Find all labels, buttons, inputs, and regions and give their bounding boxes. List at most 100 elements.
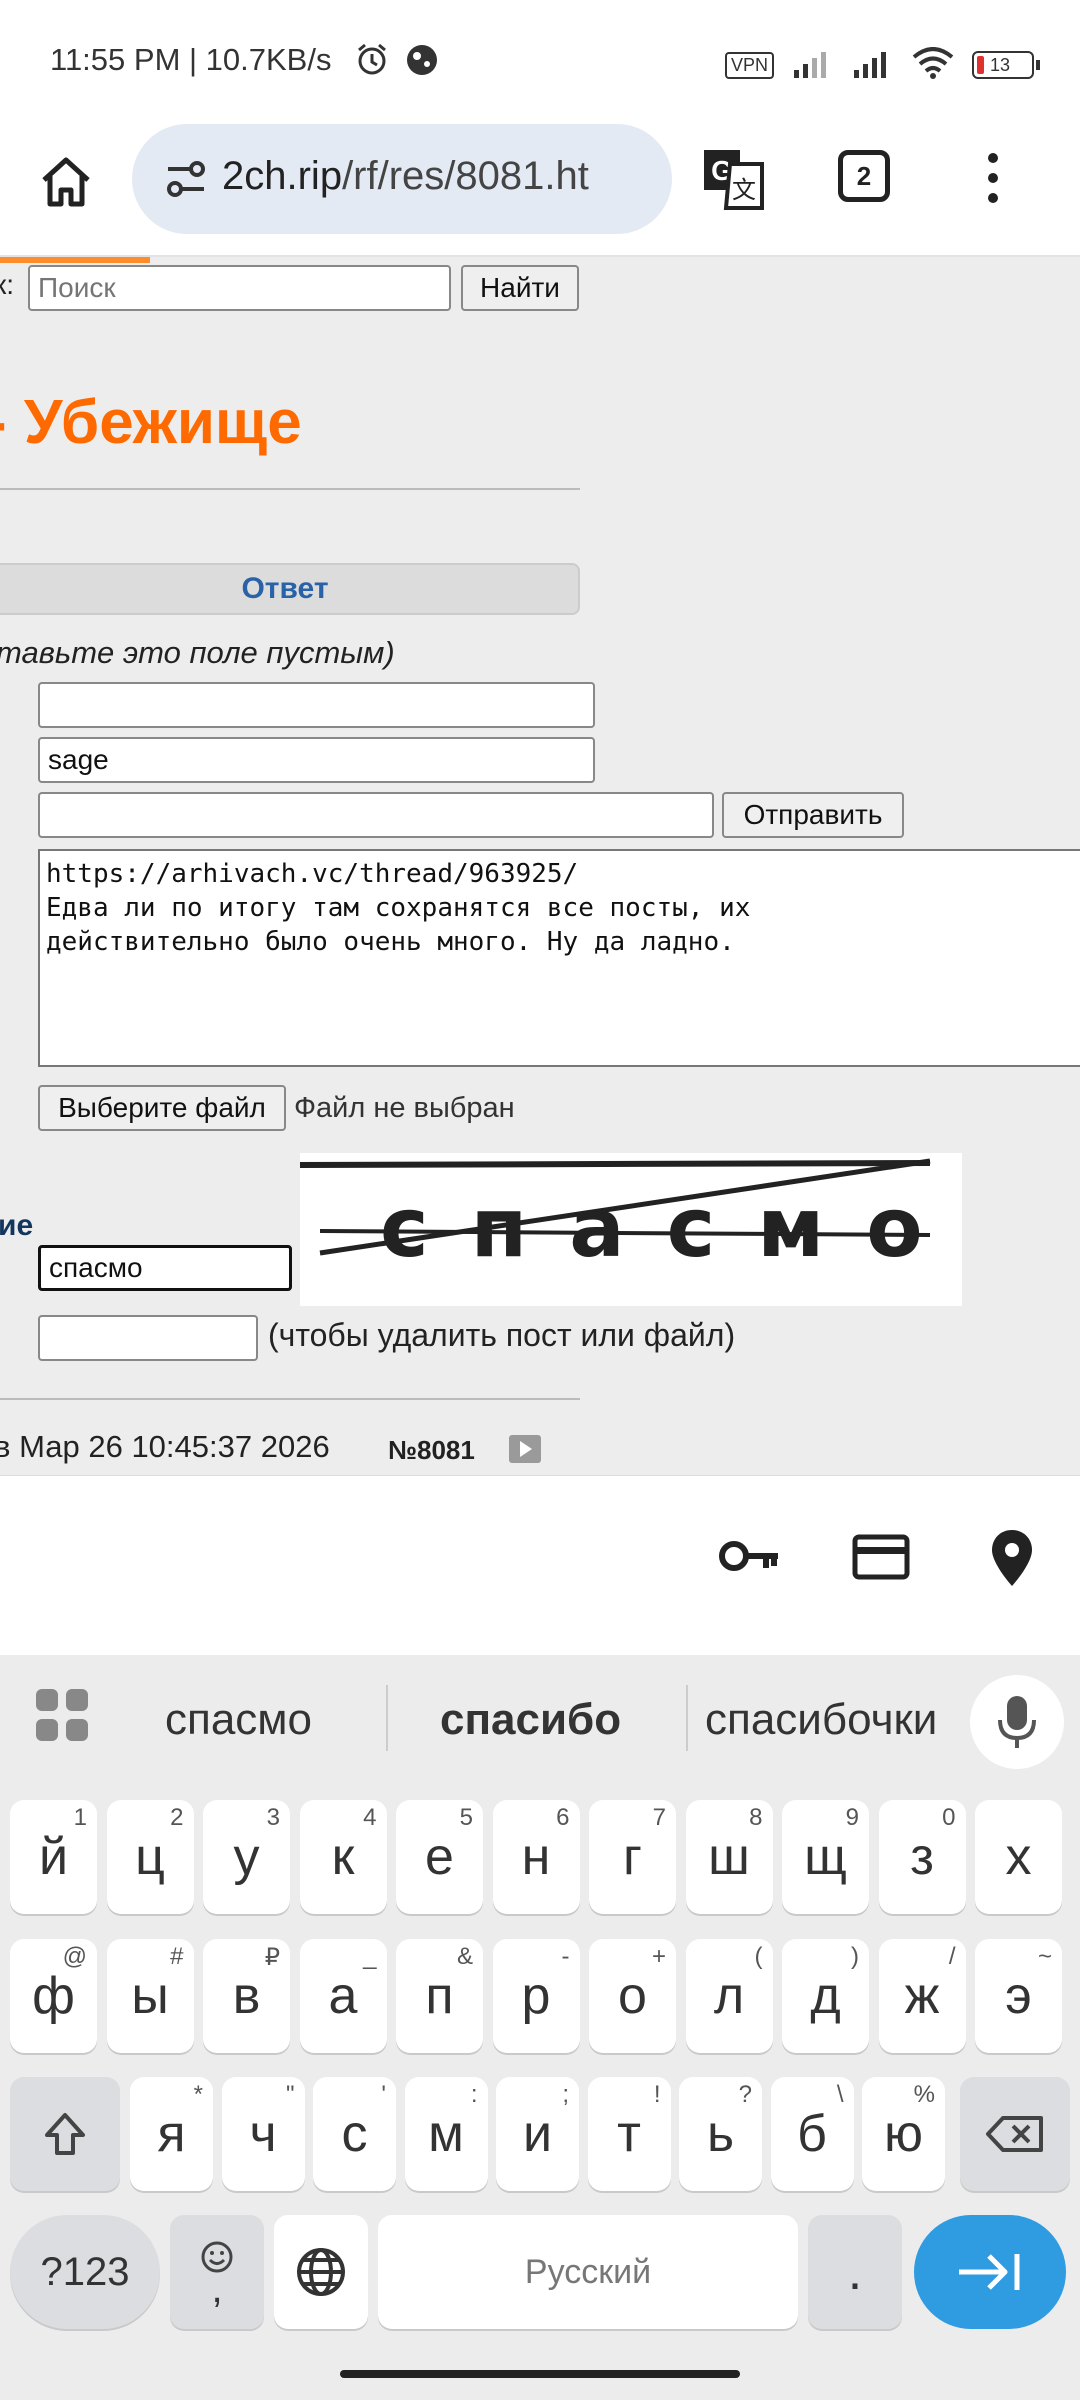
delete-note: (чтобы удалить пост или файл) [268, 1317, 736, 1353]
key-2-9[interactable]: ж / [878, 1939, 966, 2053]
key-label: м [428, 2105, 464, 2163]
key-1-2[interactable]: у3 [203, 1800, 290, 1914]
key-1-7[interactable]: ш8 [685, 1800, 773, 1914]
key-hint: ( [754, 1943, 763, 1970]
alarm-icon [355, 42, 389, 80]
board-title: - Убежище [0, 388, 302, 457]
key-3-7[interactable]: б \ [770, 2077, 854, 2191]
key-label: ч [249, 2105, 277, 2163]
translate-icon[interactable]: G文 [700, 146, 766, 216]
enter-key[interactable] [914, 2215, 1066, 2329]
submit-button[interactable]: Отправить [722, 792, 904, 838]
key-3-1[interactable]: ч " [221, 2077, 305, 2191]
captcha-image: спасмо [300, 1153, 962, 1306]
key-3-0[interactable]: я * [130, 2077, 213, 2191]
subject-field[interactable] [38, 792, 714, 838]
key-1-10[interactable]: х [975, 1800, 1062, 1914]
password-field[interactable] [38, 1315, 258, 1361]
more-menu-icon[interactable] [978, 150, 1008, 210]
url-bar[interactable]: 2ch.rip/rf/res/8081.ht [132, 124, 672, 234]
language-key[interactable] [274, 2215, 368, 2329]
password-key-icon[interactable] [718, 1536, 782, 1580]
gesture-nav-bar[interactable] [340, 2370, 740, 2378]
search-input[interactable] [28, 265, 451, 311]
key-label: р [521, 1967, 551, 2025]
key-1-5[interactable]: н6 [492, 1800, 580, 1914]
key-1-4[interactable]: е5 [396, 1800, 483, 1914]
suggestion-3[interactable]: спасибочки [705, 1695, 937, 1745]
suggestion-2[interactable]: спасибо [440, 1695, 621, 1745]
payment-card-icon[interactable] [852, 1534, 910, 1584]
key-2-2[interactable]: в ₽ [203, 1939, 290, 2053]
key-label: л [713, 1967, 745, 2025]
key-2-5[interactable]: р- [492, 1939, 580, 2053]
key-3-6[interactable]: ь? [679, 2077, 762, 2191]
key-2-8[interactable]: д) [782, 1939, 869, 2053]
key-label: щ [804, 1828, 847, 1886]
key-1-9[interactable]: з0 [878, 1800, 966, 1914]
period-key[interactable]: . [808, 2215, 902, 2329]
url-text[interactable]: 2ch.rip/rf/res/8081.ht [222, 154, 662, 199]
space-key[interactable]: Русский [378, 2215, 798, 2329]
autofill-bar [0, 1475, 1080, 1656]
email-field[interactable] [38, 737, 595, 783]
key-label: ю [884, 2105, 923, 2163]
app-notification-icon [405, 43, 439, 81]
key-3-4[interactable]: и; [496, 2077, 579, 2191]
message-textarea[interactable] [38, 849, 1080, 1067]
key-2-3[interactable]: а _ [299, 1939, 387, 2053]
key-2-7[interactable]: л( [685, 1939, 773, 2053]
backspace-key[interactable] [960, 2077, 1070, 2191]
key-label: д [810, 1967, 841, 2025]
emoji-comma-key[interactable]: , [170, 2215, 264, 2329]
key-3-2[interactable]: с ' [313, 2077, 396, 2191]
key-3-5[interactable]: т! [587, 2077, 671, 2191]
key-label: н [521, 1828, 551, 1886]
key-hint: 7 [652, 1804, 666, 1831]
search-label: к: [0, 269, 15, 300]
location-pin-icon[interactable] [990, 1528, 1034, 1592]
divider [0, 488, 580, 490]
key-label: х [1005, 1828, 1032, 1886]
keyboard-menu-icon[interactable] [34, 1687, 90, 1747]
symbols-key[interactable]: ?123 [10, 2215, 160, 2329]
key-1-3[interactable]: к4 [299, 1800, 387, 1914]
key-1-1[interactable]: ц2 [106, 1800, 194, 1914]
reply-bar[interactable]: Ответ [0, 563, 580, 615]
key-hint: 8 [749, 1804, 763, 1831]
key-2-6[interactable]: о + [589, 1939, 676, 2053]
key-1-0[interactable]: й1 [10, 1800, 97, 1914]
key-2-1[interactable]: ы # [106, 1939, 194, 2053]
choose-file-button[interactable]: Выберите файл [38, 1085, 286, 1131]
key-hint: 1 [73, 1804, 87, 1831]
site-settings-icon[interactable] [164, 157, 208, 205]
search-button[interactable]: Найти [461, 265, 579, 311]
play-icon[interactable] [509, 1435, 541, 1463]
wifi-icon [912, 47, 954, 83]
key-hint: 2 [170, 1804, 184, 1831]
key-label: ж [904, 1967, 940, 2025]
shift-key[interactable] [10, 2077, 120, 2191]
key-3-8[interactable]: ю% [862, 2077, 945, 2191]
key-label: и [522, 2105, 553, 2163]
tabs-button[interactable]: 2 [838, 150, 890, 202]
suggestion-1[interactable]: спасмо [165, 1695, 312, 1745]
key-1-8[interactable]: щ9 [782, 1800, 869, 1914]
microphone-icon[interactable] [970, 1675, 1064, 1769]
key-2-0[interactable]: ф @ [10, 1939, 97, 2053]
home-icon[interactable] [36, 152, 96, 216]
key-2-10[interactable]: э ~ [975, 1939, 1062, 2053]
key-hint: 6 [556, 1804, 570, 1831]
post-number[interactable]: №8081 [388, 1435, 475, 1466]
name-field[interactable] [38, 682, 595, 728]
key-label: ц [135, 1828, 165, 1886]
keyboard: спасмо спасибо спасибочки й1ц2у3к4е5н6г7… [0, 1655, 1080, 2400]
browser-toolbar: 2ch.rip/rf/res/8081.ht G文 2 [0, 110, 1080, 257]
key-hint: ) [851, 1943, 859, 1970]
key-1-6[interactable]: г7 [589, 1800, 676, 1914]
key-label: ь [706, 2105, 735, 2163]
key-hint: _ [363, 1943, 377, 1970]
key-3-3[interactable]: м: [404, 2077, 488, 2191]
key-2-4[interactable]: п & [396, 1939, 483, 2053]
captcha-input[interactable] [38, 1245, 292, 1291]
